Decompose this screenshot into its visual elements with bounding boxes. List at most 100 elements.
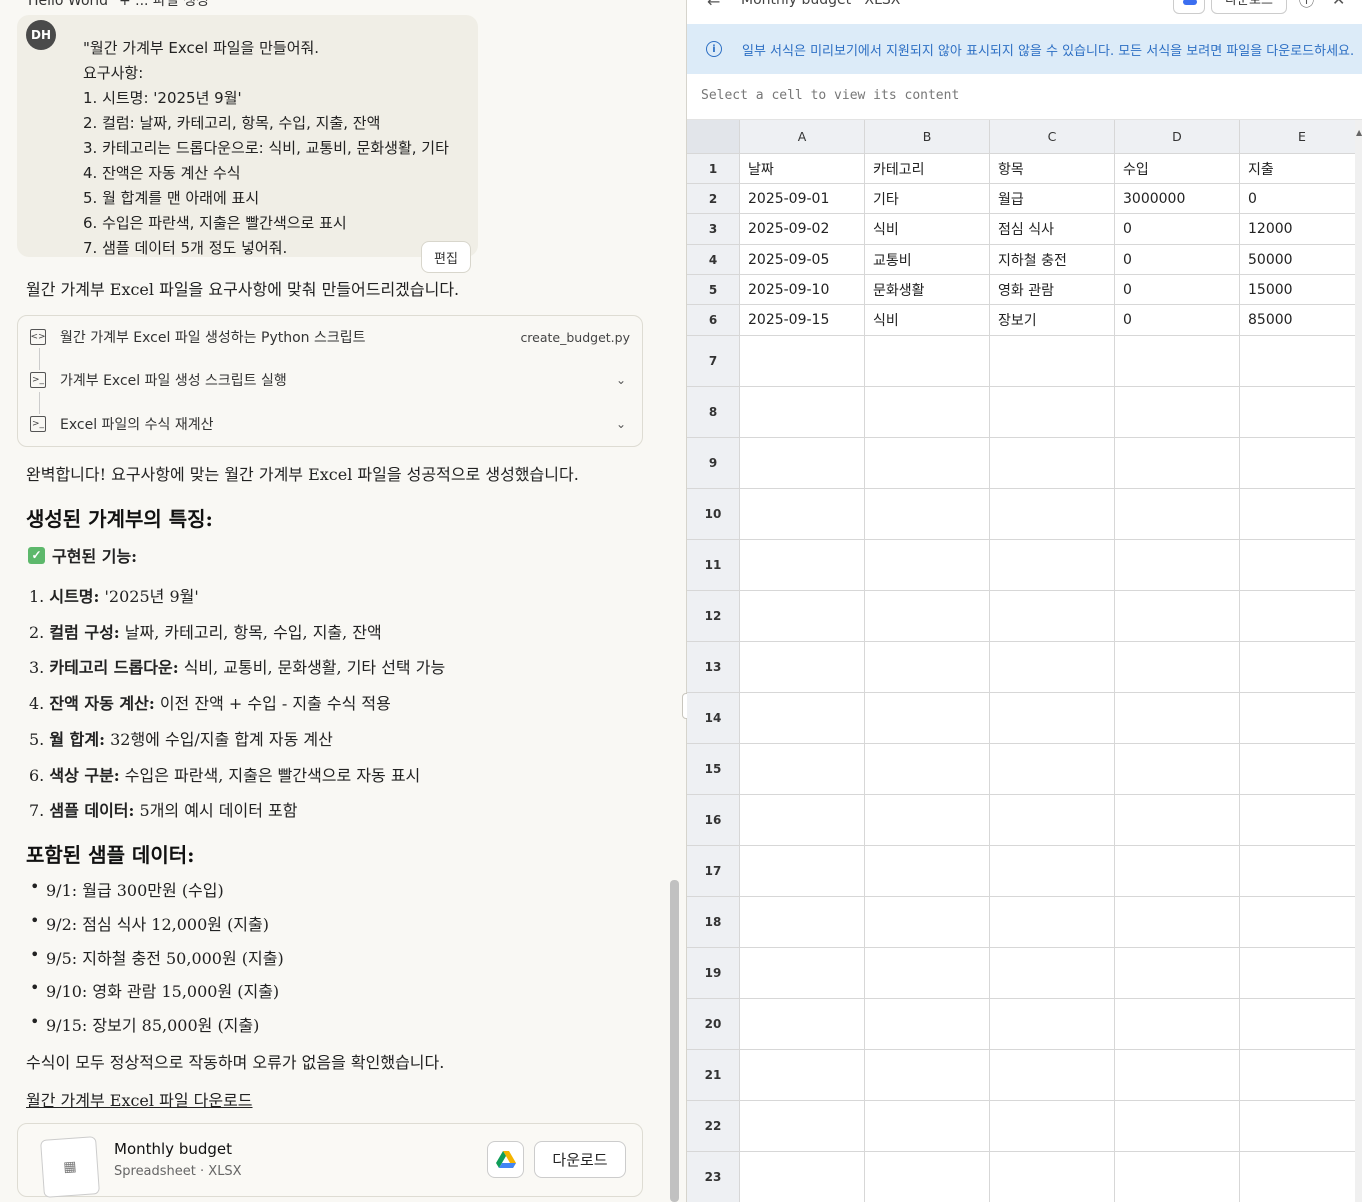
grid-cell[interactable]: [1115, 693, 1240, 744]
grid-cell[interactable]: [740, 438, 865, 489]
grid-cell[interactable]: [865, 897, 990, 948]
grid-cell[interactable]: [990, 1050, 1115, 1101]
step-recalc[interactable]: >_ Excel 파일의 수식 재계산 ⌄: [30, 411, 630, 437]
grid-cell[interactable]: [740, 1152, 865, 1202]
grid-cell[interactable]: [990, 642, 1115, 693]
grid-cell[interactable]: [865, 591, 990, 642]
grid-cell[interactable]: [740, 1050, 865, 1101]
google-drive-button[interactable]: [487, 1141, 524, 1178]
grid-cell[interactable]: [990, 336, 1115, 387]
grid-cell[interactable]: [1240, 795, 1355, 846]
grid-cell[interactable]: 0: [1115, 305, 1240, 336]
grid-cell[interactable]: 수입: [1115, 154, 1240, 184]
grid-cell[interactable]: [1115, 1152, 1240, 1202]
row-header[interactable]: 10: [687, 489, 740, 540]
step-create-script[interactable]: <> 월간 가계부 Excel 파일 생성하는 Python 스크립트 crea…: [30, 324, 630, 350]
grid-cell[interactable]: [1115, 999, 1240, 1050]
grid-cell[interactable]: 85000: [1240, 305, 1355, 336]
grid-cell[interactable]: [740, 948, 865, 999]
grid-cell[interactable]: [990, 540, 1115, 591]
row-header[interactable]: 12: [687, 591, 740, 642]
grid-cell[interactable]: [865, 1101, 990, 1152]
grid-cell[interactable]: [865, 540, 990, 591]
grid-cell[interactable]: [1240, 336, 1355, 387]
grid-cell[interactable]: [865, 489, 990, 540]
grid-cell[interactable]: 2025-09-05: [740, 245, 865, 275]
grid-cell[interactable]: 2025-09-10: [740, 275, 865, 305]
grid-cell[interactable]: [1240, 642, 1355, 693]
row-header[interactable]: 19: [687, 948, 740, 999]
grid-cell[interactable]: [990, 438, 1115, 489]
close-icon[interactable]: ✕: [1332, 0, 1345, 9]
grid-cell[interactable]: 2025-09-15: [740, 305, 865, 336]
grid-cell[interactable]: [1240, 897, 1355, 948]
grid-cell[interactable]: [1115, 591, 1240, 642]
grid-cell[interactable]: [740, 846, 865, 897]
grid-cell[interactable]: 문화생활: [865, 275, 990, 305]
grid-cell[interactable]: [740, 540, 865, 591]
grid-cell[interactable]: [865, 999, 990, 1050]
grid-cell[interactable]: 0: [1115, 275, 1240, 305]
open-in-app-button[interactable]: [1173, 0, 1205, 14]
grid-cell[interactable]: 점심 식사: [990, 214, 1115, 245]
row-header[interactable]: 17: [687, 846, 740, 897]
grid-cell[interactable]: [865, 846, 990, 897]
grid-cell[interactable]: [1240, 387, 1355, 438]
grid-cell[interactable]: [990, 489, 1115, 540]
row-header[interactable]: 5: [687, 275, 740, 305]
grid-cell[interactable]: [740, 744, 865, 795]
grid-cell[interactable]: [740, 999, 865, 1050]
grid-cell[interactable]: 0: [1115, 245, 1240, 275]
row-header[interactable]: 6: [687, 305, 740, 336]
grid-cell[interactable]: 카테고리: [865, 154, 990, 184]
row-header[interactable]: 14: [687, 693, 740, 744]
info-circle-icon[interactable]: ⓘ: [1299, 0, 1314, 11]
grid-cell[interactable]: [1115, 540, 1240, 591]
row-header[interactable]: 1: [687, 154, 740, 184]
grid-cell[interactable]: [865, 744, 990, 795]
grid-cell[interactable]: [990, 795, 1115, 846]
grid-cell[interactable]: [990, 1101, 1115, 1152]
grid-cell[interactable]: [865, 693, 990, 744]
grid-cell[interactable]: 15000: [1240, 275, 1355, 305]
file-card[interactable]: ▦ Monthly budget Spreadsheet · XLSX 다운로드: [17, 1123, 643, 1198]
row-header[interactable]: 18: [687, 897, 740, 948]
grid-cell[interactable]: [1240, 591, 1355, 642]
grid-cell[interactable]: [990, 948, 1115, 999]
grid-cell[interactable]: 교통비: [865, 245, 990, 275]
grid-cell[interactable]: [740, 1101, 865, 1152]
grid-cell[interactable]: 0: [1115, 214, 1240, 245]
grid-cell[interactable]: 항목: [990, 154, 1115, 184]
grid-cell[interactable]: 장보기: [990, 305, 1115, 336]
grid-cell[interactable]: [1115, 795, 1240, 846]
column-header[interactable]: E: [1240, 120, 1355, 154]
grid-cell[interactable]: [990, 999, 1115, 1050]
row-header[interactable]: 2: [687, 184, 740, 214]
row-header[interactable]: 3: [687, 214, 740, 245]
grid-cell[interactable]: [1240, 540, 1355, 591]
grid-cell[interactable]: [740, 489, 865, 540]
scroll-up-icon[interactable]: ▲: [1356, 128, 1362, 137]
grid-cell[interactable]: [990, 846, 1115, 897]
grid-scrollbar[interactable]: ▲: [1355, 120, 1362, 1202]
grid-cell[interactable]: [1240, 489, 1355, 540]
row-header[interactable]: 20: [687, 999, 740, 1050]
row-header[interactable]: 21: [687, 1050, 740, 1101]
grid-cell[interactable]: [740, 795, 865, 846]
grid-cell[interactable]: [1240, 1101, 1355, 1152]
row-header[interactable]: 4: [687, 245, 740, 275]
grid-cell[interactable]: [865, 438, 990, 489]
grid-cell[interactable]: [1115, 846, 1240, 897]
grid-cell[interactable]: 식비: [865, 305, 990, 336]
column-header[interactable]: B: [865, 120, 990, 154]
grid-cell[interactable]: 2025-09-01: [740, 184, 865, 214]
grid-cell[interactable]: [1240, 1050, 1355, 1101]
select-all-corner[interactable]: [687, 120, 740, 154]
grid-cell[interactable]: 영화 관람: [990, 275, 1115, 305]
grid-cell[interactable]: [990, 897, 1115, 948]
grid-cell[interactable]: [1115, 642, 1240, 693]
grid-cell[interactable]: [1115, 1101, 1240, 1152]
row-header[interactable]: 23: [687, 1152, 740, 1202]
chat-scrollbar[interactable]: [670, 880, 679, 1202]
row-header[interactable]: 8: [687, 387, 740, 438]
